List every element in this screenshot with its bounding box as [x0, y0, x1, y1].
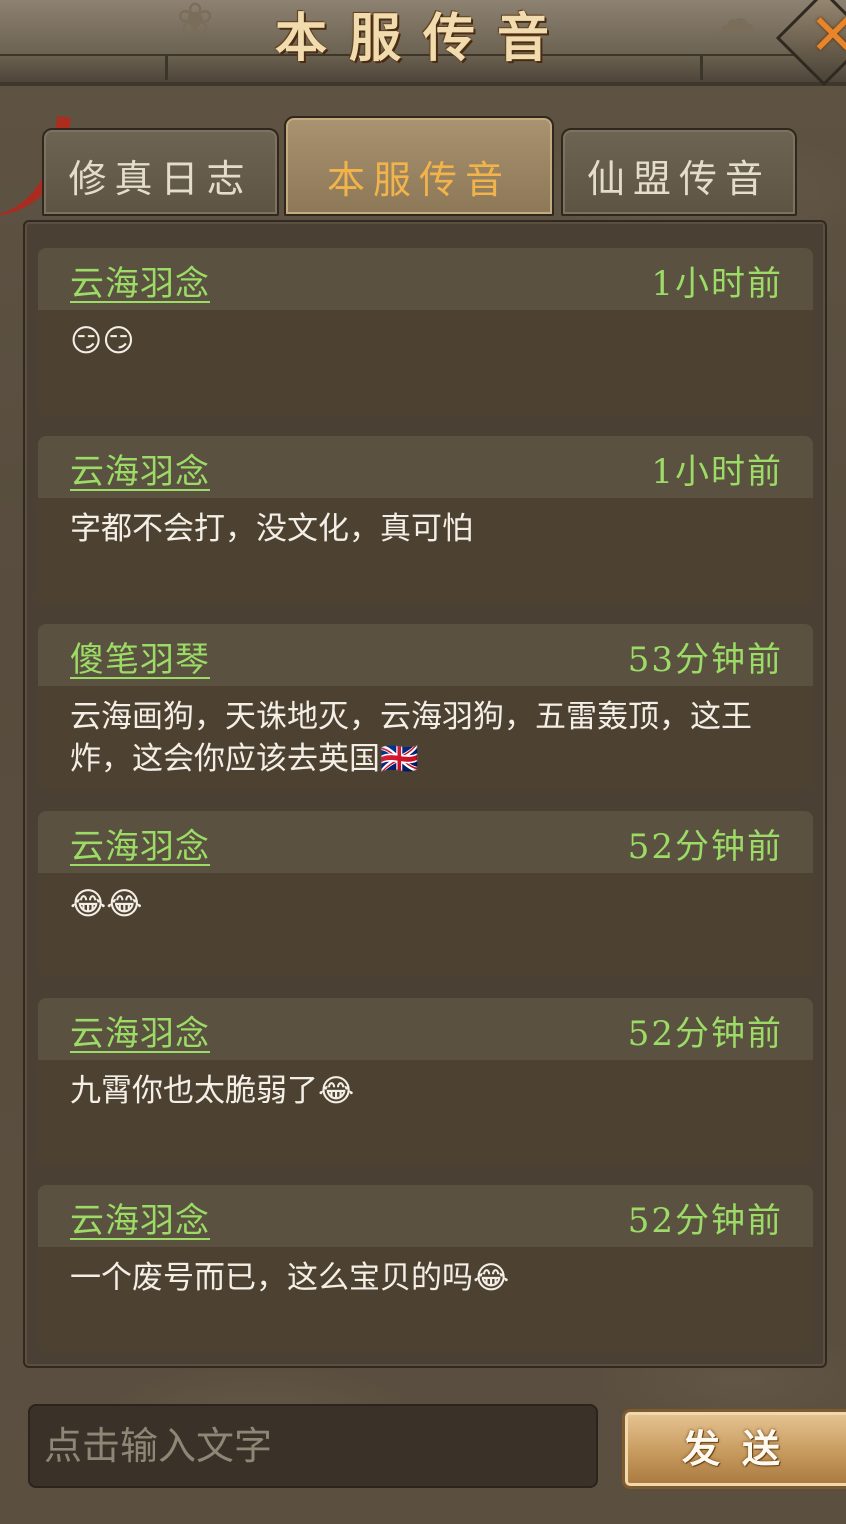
page-title: 本服传音	[274, 8, 571, 69]
message-item: 云海羽念 1小时前 😏😏	[38, 248, 813, 416]
message-header: 云海羽念 52分钟前	[38, 1185, 813, 1247]
message-item: 傻笔羽琴 53分钟前 云海画狗，天诛地灭，云海羽狗，五雷轰顶，这王炸，这会你应该…	[38, 624, 813, 790]
close-icon[interactable]: ✕	[808, 6, 846, 66]
message-input[interactable]: 点击输入文字	[28, 1404, 598, 1488]
sender-name-link[interactable]: 云海羽念	[70, 819, 210, 868]
message-text: 云海画狗，天诛地灭，云海羽狗，五雷轰顶，这王炸，这会你应该去英国🇬🇧	[70, 699, 752, 777]
sender-name-link[interactable]: 傻笔羽琴	[70, 632, 210, 681]
message-header: 云海羽念 1小时前	[38, 436, 813, 498]
message-time: 1小时前	[651, 264, 783, 304]
message-header: 傻笔羽琴 53分钟前	[38, 624, 813, 686]
send-button[interactable]: 发送	[622, 1409, 846, 1489]
sender-name-link[interactable]: 云海羽念	[70, 256, 210, 305]
message-header: 云海羽念 52分钟前	[38, 998, 813, 1060]
message-item: 云海羽念 52分钟前 😂😂	[38, 811, 813, 977]
message-time: 52分钟前	[627, 827, 783, 867]
tab-cultivation-log[interactable]: 修真日志	[42, 128, 279, 216]
message-text: 😏😏	[70, 323, 135, 359]
message-time: 1小时前	[651, 452, 783, 492]
message-text: 字都不会打，没文化，真可怕	[70, 511, 473, 547]
sender-name-link[interactable]: 云海羽念	[70, 1006, 210, 1055]
message-text: 九霄你也太脆弱了😂	[70, 1073, 355, 1109]
message-time: 52分钟前	[627, 1201, 783, 1241]
sender-name-link[interactable]: 云海羽念	[70, 444, 210, 493]
message-item: 云海羽念 1小时前 字都不会打，没文化，真可怕	[38, 436, 813, 603]
message-header: 云海羽念 1小时前	[38, 248, 813, 310]
tab-alliance-broadcast[interactable]: 仙盟传音	[561, 128, 797, 216]
tab-server-broadcast[interactable]: 本服传音	[284, 116, 554, 216]
message-header: 云海羽念 52分钟前	[38, 811, 813, 873]
message-text: 😂😂	[70, 886, 143, 922]
message-item: 云海羽念 52分钟前 九霄你也太脆弱了😂	[38, 998, 813, 1164]
message-text: 一个废号而已，这么宝贝的吗😂	[70, 1260, 510, 1296]
title-bar: ❀ ☁ 本服传音	[0, 0, 846, 86]
message-item: 云海羽念 52分钟前 一个废号而已，这么宝贝的吗😂	[38, 1185, 813, 1352]
message-time: 52分钟前	[627, 1014, 783, 1054]
sender-name-link[interactable]: 云海羽念	[70, 1193, 210, 1242]
message-time: 53分钟前	[627, 640, 783, 680]
